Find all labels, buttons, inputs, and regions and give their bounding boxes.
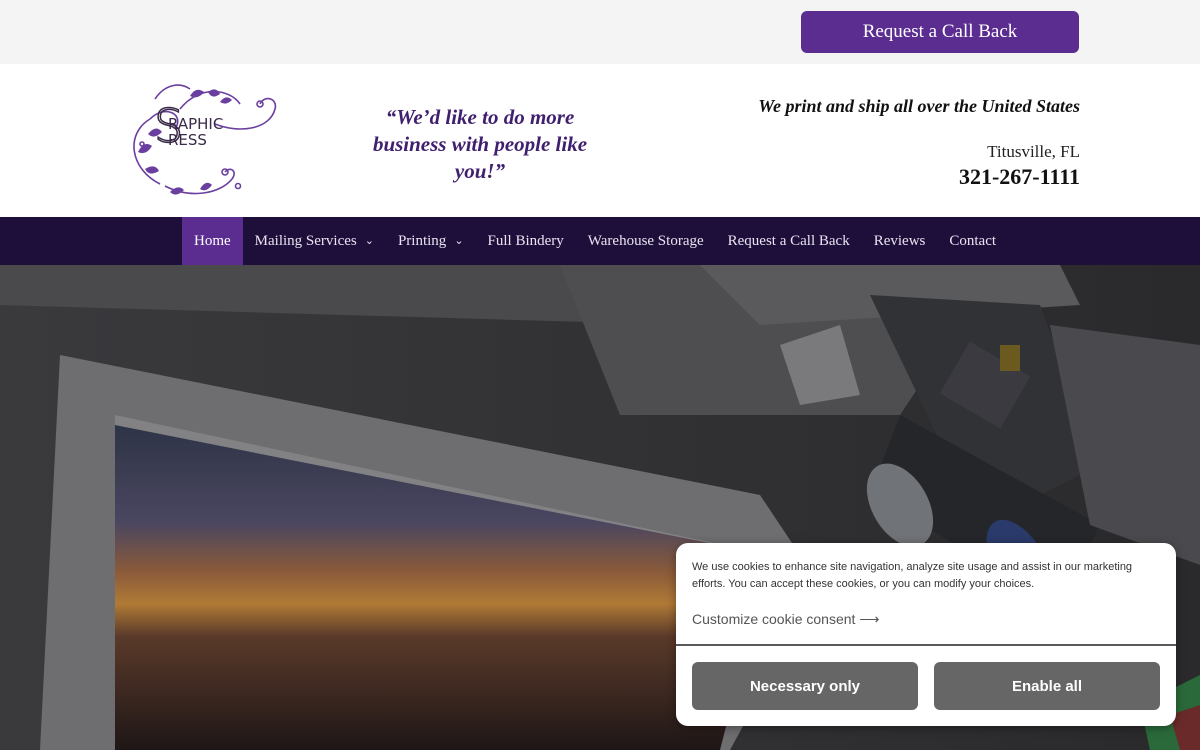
nav-item-mailing-services[interactable]: Mailing Services ⌄: [243, 217, 386, 265]
necessary-only-button[interactable]: Necessary only: [692, 662, 918, 710]
nav-label: Full Bindery: [487, 232, 564, 249]
nav-label: Warehouse Storage: [587, 232, 704, 249]
shipping-statement: We print and ship all over the United St…: [758, 96, 1080, 116]
nav-item-warehouse-storage[interactable]: Warehouse Storage: [576, 217, 716, 265]
nav-item-contact[interactable]: Contact: [937, 217, 1008, 265]
customize-cookie-consent-link[interactable]: Customize cookie consent ⟶: [692, 611, 879, 628]
nav-label: Printing: [397, 232, 447, 249]
cookie-divider: [676, 644, 1176, 646]
nav-label: Reviews: [873, 232, 926, 249]
nav-item-full-bindery[interactable]: Full Bindery: [476, 217, 576, 265]
location-text: Titusville, FL: [987, 142, 1080, 161]
cookie-consent-dialog: We use cookies to enhance site navigatio…: [676, 543, 1176, 726]
customize-label: Customize cookie consent: [692, 611, 856, 627]
svg-text:RESS: RESS: [168, 131, 207, 149]
cookie-message: We use cookies to enhance site navigatio…: [692, 561, 1133, 590]
nav-item-reviews[interactable]: Reviews: [862, 217, 938, 265]
phone-number[interactable]: 321-267-1111: [959, 164, 1080, 190]
main-navigation: Home Mailing Services ⌄ Printing ⌄ Full Bi…: [0, 217, 1200, 265]
nav-item-request-call-back[interactable]: Request a Call Back: [716, 217, 862, 265]
nav-label: Contact: [949, 232, 997, 249]
request-call-back-button[interactable]: Request a Call Back: [801, 11, 1079, 53]
tagline: “We’d like to do more business with peop…: [372, 105, 588, 183]
arrow-right-icon: ⟶: [859, 611, 880, 627]
nav-label: Request a Call Back: [727, 232, 850, 249]
graphic-press-logo[interactable]: S RAPHIC RESS: [120, 74, 280, 204]
nav-label: Mailing Services: [254, 232, 357, 249]
chevron-down-icon: ⌄: [454, 234, 464, 247]
nav-label: Home: [194, 232, 231, 249]
site-header: S RAPHIC RESS “We’d like to do more busi…: [0, 64, 1200, 217]
top-bar: Request a Call Back: [0, 0, 1200, 64]
enable-all-button[interactable]: Enable all: [934, 662, 1160, 710]
nav-item-printing[interactable]: Printing ⌄: [386, 217, 476, 265]
chevron-down-icon: ⌄: [364, 234, 374, 247]
nav-item-home[interactable]: Home: [182, 217, 243, 265]
